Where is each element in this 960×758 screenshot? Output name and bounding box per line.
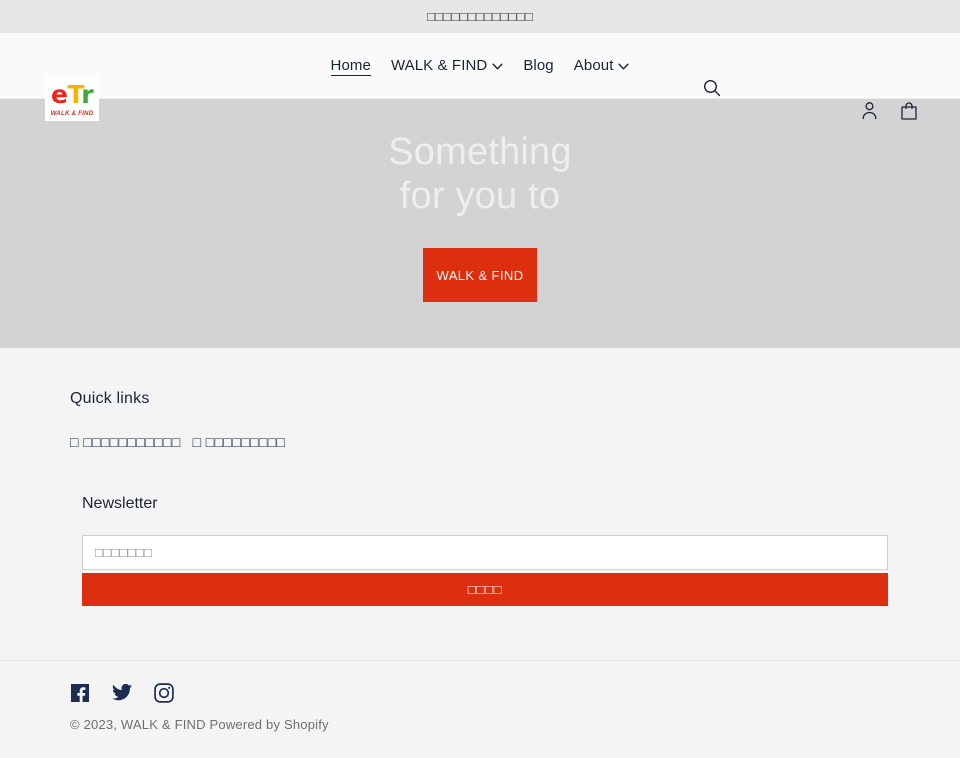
nav-item-about[interactable]: About: [574, 55, 630, 76]
chevron-down-icon: [618, 61, 630, 72]
newsletter-subscribe-button[interactable]: □□□□: [82, 573, 888, 606]
newsletter-email-input[interactable]: [82, 535, 888, 570]
copyright-text: © 2023, WALK & FIND Powered by Shopify: [70, 717, 890, 732]
quick-link-item[interactable]: □ □□□□□□□□□□□: [70, 434, 181, 450]
nav-item-label: Blog: [523, 57, 554, 74]
hero-section: Something for you to WALK & FIND: [0, 99, 960, 348]
newsletter-heading: Newsletter: [82, 495, 158, 512]
nav-item-home[interactable]: Home: [330, 55, 371, 76]
announcement-bar: □□□□□□□□□□□□□: [0, 0, 960, 33]
nav-item-label: WALK & FIND: [390, 57, 488, 74]
footer-bottom: © 2023, WALK & FIND Powered by Shopify: [0, 660, 960, 758]
social-links: [70, 683, 890, 703]
powered-by-shopify-link[interactable]: Powered by Shopify: [210, 717, 329, 732]
newsletter-form: □□□□: [82, 535, 888, 606]
logo-letter-e: e: [50, 80, 68, 109]
site-logo[interactable]: eTr WALK & FIND: [45, 77, 99, 121]
account-icon[interactable]: [858, 99, 880, 123]
twitter-icon[interactable]: [112, 683, 132, 703]
site-header: eTr WALK & FIND Home WALK & FIND Blog Ab…: [0, 33, 960, 121]
quick-links-heading: Quick links: [70, 390, 150, 407]
copyright-year-brand: © 2023, WALK & FIND: [70, 717, 206, 732]
logo-tagline: WALK & FIND: [50, 110, 94, 117]
quick-links-list: □ □□□□□□□□□□□ □ □□□□□□□□□: [70, 434, 890, 450]
hero-cta-button[interactable]: WALK & FIND: [423, 248, 537, 303]
nav-item-label: Home: [330, 57, 371, 74]
logo-letter-r: r: [81, 80, 94, 109]
storefront-page: □□□□□□□□□□□□□ eTr WALK & FIND Home WALK …: [0, 0, 960, 758]
nav-item-walk-and-find[interactable]: WALK & FIND: [391, 55, 503, 76]
quick-link-item[interactable]: □ □□□□□□□□□: [193, 434, 286, 450]
nav-item-label: About: [573, 57, 614, 74]
hero-title-line-2: for you to: [399, 174, 561, 217]
chevron-down-icon: [492, 61, 503, 72]
hero-title-line-1: Something: [388, 131, 572, 173]
footer-top: Quick links □ □□□□□□□□□□□ □ □□□□□□□□□ Ne…: [0, 348, 960, 660]
logo-letter-t: T: [67, 80, 82, 109]
announcement-text: □□□□□□□□□□□□□: [427, 9, 533, 24]
facebook-icon[interactable]: [70, 683, 90, 703]
cart-icon[interactable]: [898, 99, 920, 123]
main-navigation: Home WALK & FIND Blog About: [0, 55, 960, 76]
hero-title: Something for you to: [388, 131, 571, 218]
logo-letters: eTr: [50, 80, 94, 109]
header-actions: [858, 99, 920, 123]
newsletter-section: Newsletter □□□□: [70, 495, 890, 606]
search-icon[interactable]: [700, 77, 724, 101]
instagram-icon[interactable]: [154, 683, 174, 703]
nav-item-blog[interactable]: Blog: [523, 55, 553, 76]
